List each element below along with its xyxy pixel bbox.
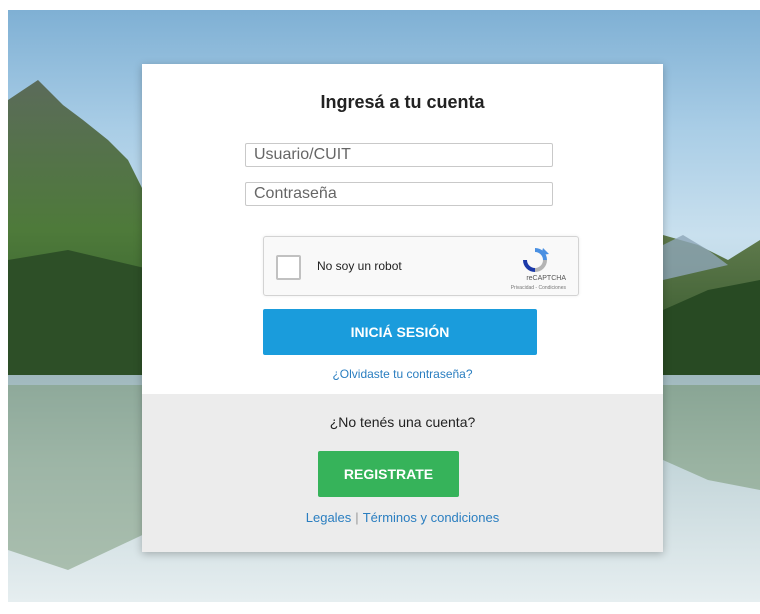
- recaptcha-links[interactable]: Privacidad - Condiciones: [511, 285, 566, 291]
- forgot-password-link[interactable]: ¿Olvidaste tu contraseña?: [142, 367, 663, 381]
- legal-link[interactable]: Legales: [306, 510, 352, 525]
- username-input[interactable]: [245, 143, 553, 167]
- recaptcha-widget: No soy un robot reCAPTCHA Privacidad - C…: [263, 236, 579, 296]
- terms-link[interactable]: Términos y condiciones: [363, 510, 500, 525]
- footer-separator: |: [355, 510, 359, 525]
- password-input[interactable]: [245, 182, 553, 206]
- signup-section: ¿No tenés una cuenta? REGISTRATE Legales…: [142, 394, 663, 552]
- recaptcha-label: No soy un robot: [317, 259, 402, 273]
- recaptcha-brand: reCAPTCHA: [526, 275, 566, 282]
- recaptcha-icon: [523, 248, 549, 272]
- footer-links: Legales | Términos y condiciones: [142, 510, 663, 525]
- no-account-prompt: ¿No tenés una cuenta?: [329, 414, 476, 430]
- login-card: Ingresá a tu cuenta No soy un robot reCA…: [142, 64, 663, 552]
- recaptcha-checkbox[interactable]: [276, 255, 301, 280]
- register-button[interactable]: REGISTRATE: [318, 451, 459, 497]
- login-title: Ingresá a tu cuenta: [320, 92, 485, 112]
- login-button[interactable]: INICIÁ SESIÓN: [263, 309, 537, 355]
